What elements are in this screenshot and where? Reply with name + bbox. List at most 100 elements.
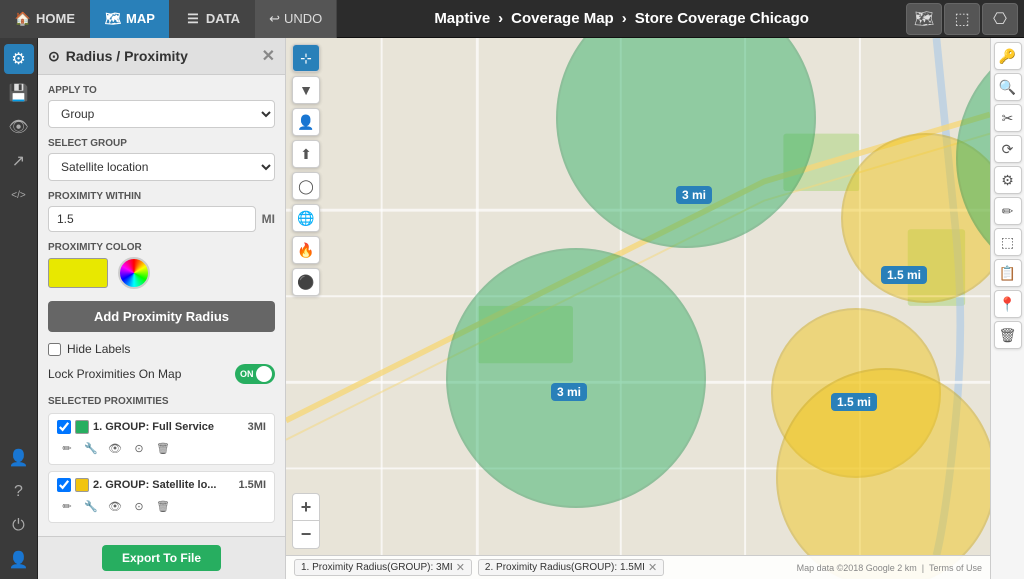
undo-button[interactable]: ↩ UNDO bbox=[255, 0, 337, 38]
color-swatch[interactable] bbox=[48, 258, 108, 288]
proximity-1-color bbox=[75, 420, 89, 434]
proximity-1-distance: 3MI bbox=[248, 421, 266, 433]
selected-proximities-label: SELECTED PROXIMITIES bbox=[48, 396, 275, 407]
proximity-1-tool-icon[interactable]: 🔧 bbox=[81, 438, 101, 458]
sidebar-item-power[interactable]: ⏻ bbox=[4, 511, 34, 541]
breadcrumb-sep2: › bbox=[622, 10, 627, 27]
proximity-within-label: PROXIMITY WITHIN bbox=[48, 191, 275, 202]
panel: ⊙ Radius / Proximity ✕ APPLY TO Group SE… bbox=[38, 38, 286, 579]
sidebar-item-eye[interactable]: 👁 bbox=[4, 112, 34, 142]
stack-button[interactable]: ⬚ bbox=[944, 3, 980, 35]
proximity-1-edit-icon[interactable]: ✏ bbox=[57, 438, 77, 458]
map-button[interactable]: 🗺 MAP bbox=[90, 0, 170, 38]
right-tool-delete[interactable]: 🗑 bbox=[994, 321, 1022, 349]
proximity-2-tool-icon[interactable]: 🔧 bbox=[81, 496, 101, 516]
zoom-in-button[interactable]: + bbox=[292, 493, 320, 521]
map-tool-dot[interactable]: ⚫ bbox=[292, 268, 320, 296]
sidebar-item-profile[interactable]: 👤 bbox=[4, 443, 34, 473]
proximity-color-label: PROXIMITY COLOR bbox=[48, 242, 275, 253]
main-layout: ⚙ 💾 👁 ↗ </> 👤 ? ⏻ 👤 ⊙ Radius / Proximity… bbox=[0, 38, 1024, 579]
panel-body: APPLY TO Group SELECT GROUP Satellite lo… bbox=[38, 75, 285, 536]
lock-toggle[interactable]: ON bbox=[235, 364, 275, 384]
right-tool-layers[interactable]: ⬚ bbox=[994, 228, 1022, 256]
sidebar-item-help[interactable]: ? bbox=[4, 477, 34, 507]
map-circle-c7 bbox=[776, 368, 990, 579]
layers-button[interactable]: 🗺 bbox=[906, 3, 942, 35]
proximity-within-input[interactable] bbox=[48, 206, 256, 232]
map-terms[interactable]: Terms of Use bbox=[929, 563, 982, 573]
map-tool-filter[interactable]: ▼ bbox=[292, 76, 320, 104]
proximity-item-2-header: 2. GROUP: Satellite lo... 1.5MI bbox=[57, 478, 266, 492]
radius-icon: ⊙ bbox=[48, 48, 60, 65]
right-tool-search[interactable]: 🔍 bbox=[994, 73, 1022, 101]
right-tool-clipboard[interactable]: 📋 bbox=[994, 259, 1022, 287]
data-label: DATA bbox=[206, 11, 240, 26]
apply-to-select[interactable]: Group bbox=[48, 100, 275, 128]
map-tool-globe[interactable]: 🌐 bbox=[292, 204, 320, 232]
home-icon: 🏠 bbox=[14, 10, 32, 28]
select-group-label: SELECT GROUP bbox=[48, 138, 275, 149]
apply-to-label: APPLY TO bbox=[48, 85, 275, 96]
proximity-2-delete-icon[interactable]: 🗑 bbox=[153, 496, 173, 516]
map-tool-fire[interactable]: 🔥 bbox=[292, 236, 320, 264]
home-button[interactable]: 🏠 HOME bbox=[0, 0, 90, 38]
map-badge-b2: 1.5 mi bbox=[881, 266, 927, 284]
proximity-item-2: 2. GROUP: Satellite lo... 1.5MI ✏ 🔧 👁 ⊙ … bbox=[48, 471, 275, 523]
color-wheel[interactable] bbox=[118, 257, 150, 289]
proximity-2-edit-icon[interactable]: ✏ bbox=[57, 496, 77, 516]
select-group-select[interactable]: Satellite location bbox=[48, 153, 275, 181]
map-tool-shape[interactable]: ◯ bbox=[292, 172, 320, 200]
right-tool-settings[interactable]: ⚙ bbox=[994, 166, 1022, 194]
proximity-tag-1-close[interactable]: ✕ bbox=[456, 561, 465, 574]
right-tool-edit[interactable]: ✏ bbox=[994, 197, 1022, 225]
hide-labels-checkbox[interactable] bbox=[48, 343, 61, 356]
right-tool-refresh[interactable]: ⟳ bbox=[994, 135, 1022, 163]
app-title: Maptive bbox=[434, 10, 490, 27]
breadcrumb-item2: Store Coverage Chicago bbox=[635, 10, 809, 27]
map-attribution-text: Map data ©2018 Google 2 km bbox=[797, 563, 917, 573]
map-area[interactable]: 3 mi1.5 mi3 mi1.5 mi3 mi1.5 mi3 mi1.5 mi… bbox=[286, 38, 990, 579]
network-button[interactable]: ⎔ bbox=[982, 3, 1018, 35]
right-tool-pin[interactable]: 📍 bbox=[994, 290, 1022, 318]
right-tool-key[interactable]: 🔑 bbox=[994, 42, 1022, 70]
map-tool-cursor[interactable]: ⊹ bbox=[292, 44, 320, 72]
sidebar-item-share[interactable]: ↗ bbox=[4, 146, 34, 176]
map-badge-b1: 3 mi bbox=[676, 186, 712, 204]
proximity-2-checkbox[interactable] bbox=[57, 478, 71, 492]
proximity-1-checkbox[interactable] bbox=[57, 420, 71, 434]
map-tools: ⊹ ▼ 👤 ⬆ ◯ 🌐 🔥 ⚫ bbox=[292, 44, 320, 296]
breadcrumb-item1: Coverage Map bbox=[511, 10, 614, 27]
sidebar-item-save[interactable]: 💾 bbox=[4, 78, 34, 108]
breadcrumb-sep1: › bbox=[498, 10, 503, 27]
proximity-2-copy-icon[interactable]: ⊙ bbox=[129, 496, 149, 516]
proximity-1-copy-icon[interactable]: ⊙ bbox=[129, 438, 149, 458]
proximity-2-eye-icon[interactable]: 👁 bbox=[105, 496, 125, 516]
proximity-tag-2-close[interactable]: ✕ bbox=[648, 561, 657, 574]
proximity-tag-1[interactable]: 1. Proximity Radius(GROUP): 3MI ✕ bbox=[294, 559, 472, 576]
lock-proximities-text: Lock Proximities On Map bbox=[48, 367, 181, 381]
proximity-1-delete-icon[interactable]: 🗑 bbox=[153, 438, 173, 458]
zoom-out-button[interactable]: − bbox=[292, 521, 320, 549]
sidebar-item-user[interactable]: 👤 bbox=[4, 545, 34, 575]
add-proximity-radius-button[interactable]: Add Proximity Radius bbox=[48, 301, 275, 332]
sidebar-item-code[interactable]: </> bbox=[4, 180, 34, 210]
proximity-2-label: 2. GROUP: Satellite lo... bbox=[93, 479, 234, 491]
proximity-1-eye-icon[interactable]: 👁 bbox=[105, 438, 125, 458]
lock-row: Lock Proximities On Map ON bbox=[48, 364, 275, 384]
map-tool-route[interactable]: ⬆ bbox=[292, 140, 320, 168]
proximity-tag-1-text: 1. Proximity Radius(GROUP): 3MI bbox=[301, 562, 453, 573]
right-tool-scissors[interactable]: ✂ bbox=[994, 104, 1022, 132]
data-button[interactable]: ☰ DATA bbox=[170, 0, 255, 38]
breadcrumb: Maptive › Coverage Map › Store Coverage … bbox=[337, 10, 906, 27]
toggle-knob bbox=[256, 366, 272, 382]
proximity-1-label: 1. GROUP: Full Service bbox=[93, 421, 244, 433]
icon-bar: ⚙ 💾 👁 ↗ </> 👤 ? ⏻ 👤 bbox=[0, 38, 38, 579]
toggle-label: ON bbox=[240, 369, 254, 379]
map-tool-user[interactable]: 👤 bbox=[292, 108, 320, 136]
proximity-tag-2[interactable]: 2. Proximity Radius(GROUP): 1.5MI ✕ bbox=[478, 559, 664, 576]
export-button[interactable]: Export To File bbox=[102, 545, 221, 571]
right-tools-panel: 🔑 🔍 ✂ ⟳ ⚙ ✏ ⬚ 📋 📍 🗑 bbox=[990, 38, 1024, 579]
panel-close-button[interactable]: ✕ bbox=[262, 46, 275, 66]
sidebar-item-settings[interactable]: ⚙ bbox=[4, 44, 34, 74]
map-circle-c8 bbox=[446, 248, 706, 508]
